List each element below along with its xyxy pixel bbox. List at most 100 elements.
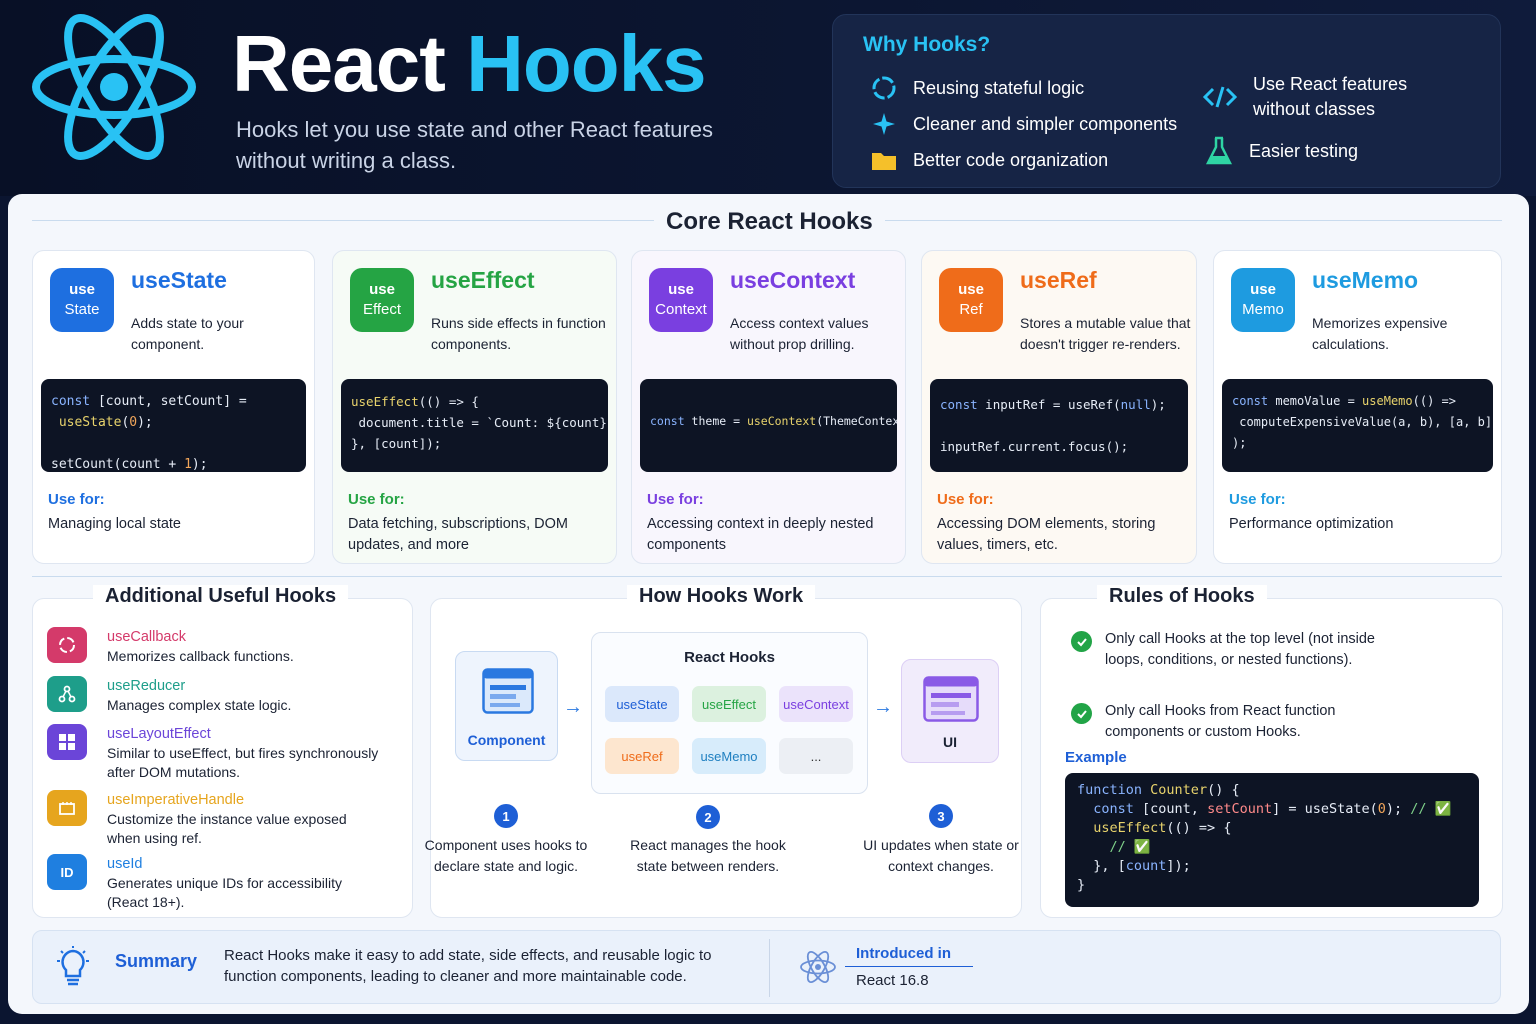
- react-hooks-box: React Hooks useState useEffect useContex…: [591, 632, 868, 794]
- hook-name: useEffect: [431, 267, 535, 293]
- useeffect-badge: use Effect: [350, 268, 414, 332]
- hook-description: Stores a mutable value that doesn't trig…: [1020, 315, 1191, 352]
- arrow-icon: →: [563, 696, 583, 718]
- how-hooks-title: How Hooks Work: [627, 585, 816, 608]
- summary-text: React Hooks make it easy to add state, s…: [224, 947, 712, 985]
- code-icon: [1203, 86, 1237, 108]
- hook-description: Runs side effects in function components…: [431, 315, 606, 352]
- check-icon: [1071, 631, 1092, 652]
- additional-hooks-title: Additional Useful Hooks: [93, 585, 349, 608]
- step-number: 3: [929, 804, 953, 828]
- code-snippet: useEffect(() => { document.title = `Coun…: [341, 379, 608, 472]
- step-number: 2: [696, 805, 720, 829]
- use-for-text: Accessing context in deeply nested compo…: [647, 516, 874, 553]
- use-for-text: Managing local state: [48, 516, 181, 532]
- component-box: Component: [455, 651, 558, 761]
- rule-text: Only call Hooks from React function comp…: [1105, 703, 1336, 740]
- code-snippet: const inputRef = useRef(null); inputRef.…: [930, 379, 1188, 472]
- example-code: function Counter() { const [count, setCo…: [1065, 773, 1479, 907]
- use-for-label: Use for:: [348, 491, 405, 508]
- why-item: Reusing stateful logic: [871, 75, 1084, 101]
- header: React Hooks Hooks let you use state and …: [0, 0, 1536, 196]
- code-snippet: const theme = useContext(ThemeContext);: [640, 379, 897, 472]
- cycle-icon: [872, 76, 896, 100]
- flask-icon: [1205, 136, 1233, 165]
- additional-hook-item: useLayoutEffect Similar to useEffect, but…: [47, 724, 397, 782]
- usecontext-badge: use Context: [649, 268, 713, 332]
- pill-useref: useRef: [605, 738, 679, 774]
- introduced-label: Introduced in: [856, 945, 951, 962]
- grid-icon: [47, 724, 87, 760]
- why-hooks-title: Why Hooks?: [863, 33, 991, 56]
- lightbulb-icon: [57, 946, 89, 986]
- step-number: 1: [494, 804, 518, 828]
- use-for-text: Data fetching, subscriptions, DOM update…: [348, 516, 569, 553]
- page-subtitle: Hooks let you use state and other React …: [236, 117, 713, 173]
- hook-card-usecontext: use Context useContext Access context val…: [631, 250, 906, 564]
- pill-usecontext: useContext: [779, 686, 853, 722]
- id-icon: ID: [47, 854, 87, 890]
- why-item: Use React features without classes: [1203, 72, 1413, 122]
- why-item: Cleaner and simpler components: [871, 111, 1177, 137]
- check-icon: [1071, 703, 1092, 724]
- why-item: Better code organization: [871, 147, 1108, 173]
- hook-description: Memorizes expensive calculations.: [1312, 315, 1448, 352]
- ui-window-icon: [923, 676, 979, 722]
- example-label: Example: [1065, 749, 1127, 766]
- use-for-label: Use for:: [937, 491, 994, 508]
- useref-badge: use Ref: [939, 268, 1003, 332]
- usestate-badge: use State: [50, 268, 114, 332]
- code-snippet: const memoValue = useMemo(() => computeE…: [1222, 379, 1493, 472]
- pill-usememo: useMemo: [692, 738, 766, 774]
- hook-name: useState: [131, 267, 227, 293]
- page-title: React Hooks: [232, 19, 707, 108]
- additional-hooks-panel: Additional Useful Hooks useCallback Memor…: [32, 585, 413, 918]
- react-logo-icon: [32, 14, 196, 160]
- why-item: Easier testing: [1205, 136, 1358, 166]
- hook-card-useeffect: use Effect useEffect Runs side effects in…: [332, 250, 617, 564]
- sparkle-icon: [873, 113, 895, 135]
- hook-card-useref: use Ref useRef Stores a mutable value tha…: [921, 250, 1197, 564]
- how-hooks-work-panel: How Hooks Work Component → React Hooks u…: [425, 585, 1022, 918]
- pill-more: ...: [779, 738, 853, 774]
- hook-name: useRef: [1020, 267, 1097, 293]
- step-text: React manages the hook state between ren…: [630, 837, 786, 874]
- use-for-label: Use for:: [1229, 491, 1286, 508]
- hook-card-usememo: use Memo useMemo Memorizes expensive calc…: [1213, 250, 1502, 564]
- step-text: Component uses hooks to declare state an…: [424, 837, 588, 874]
- use-for-label: Use for:: [647, 491, 704, 508]
- rules-of-hooks-panel: Rules of Hooks Only call Hooks at the to…: [1040, 585, 1503, 918]
- pill-useeffect: useEffect: [692, 686, 766, 722]
- arrow-icon: →: [873, 696, 893, 718]
- use-for-text: Performance optimization: [1229, 516, 1394, 532]
- summary-bar: Summary React Hooks make it easy to add …: [32, 930, 1501, 1004]
- component-window-icon: [482, 668, 534, 714]
- hook-description: Adds state to your component.: [131, 315, 244, 352]
- folder-icon: [872, 153, 896, 170]
- main-content: Core React Hooks use State useState Adds …: [8, 194, 1529, 1014]
- core-hooks-title: Core React Hooks: [654, 208, 885, 236]
- callback-icon: [47, 627, 87, 663]
- summary-label: Summary: [115, 951, 198, 971]
- reducer-icon: [47, 676, 87, 712]
- why-hooks-panel: Why Hooks? Reusing stateful logic Cleane…: [832, 14, 1501, 188]
- pill-usestate: useState: [605, 686, 679, 722]
- additional-hook-item: useImperativeHandle Customize the instanc…: [47, 790, 347, 848]
- ui-box: UI: [901, 659, 999, 763]
- step-text: UI updates when state or context changes…: [863, 837, 1019, 874]
- hook-name: useMemo: [1312, 267, 1419, 293]
- usememo-badge: use Memo: [1231, 268, 1295, 332]
- rule-text: Only call Hooks at the top level (not in…: [1105, 631, 1375, 668]
- handle-icon: [47, 790, 87, 826]
- hook-description: Access context values without prop drill…: [730, 315, 869, 352]
- code-snippet: const [count, setCount] = useState(0); s…: [41, 379, 306, 472]
- additional-hook-item: useReducer Manages complex state logic.: [47, 676, 291, 715]
- use-for-label: Use for:: [48, 491, 105, 508]
- react-logo-small-icon: [800, 951, 836, 983]
- additional-hook-item: ID useId Generates unique IDs for accessi…: [47, 854, 377, 912]
- use-for-text: Accessing DOM elements, storing values, …: [937, 516, 1156, 553]
- hook-name: useContext: [730, 267, 856, 293]
- hook-card-usestate: use State useState Adds state to your com…: [32, 250, 315, 564]
- introduced-version: React 16.8: [856, 972, 929, 989]
- rules-title: Rules of Hooks: [1097, 585, 1267, 608]
